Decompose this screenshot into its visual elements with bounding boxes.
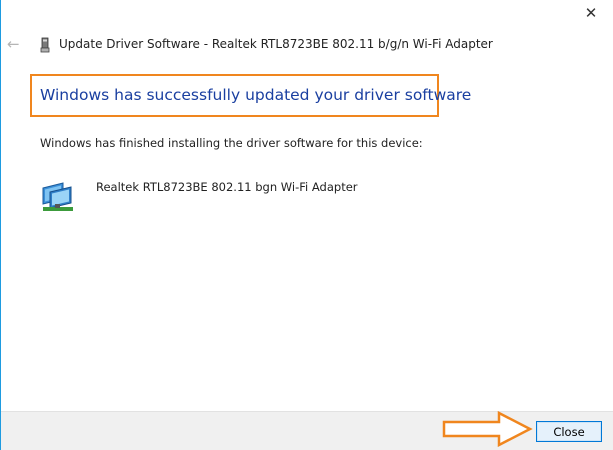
back-arrow-icon[interactable]: ←	[7, 35, 23, 53]
close-button[interactable]: Close	[536, 421, 602, 442]
dialog-header: ← Update Driver Software - Realtek RTL87…	[1, 34, 613, 56]
finished-message: Windows has finished installing the driv…	[40, 136, 423, 150]
success-headline: Windows has successfully updated your dr…	[40, 86, 472, 104]
update-driver-dialog: ✕ ← Update Driver Software - Realtek RTL…	[0, 0, 613, 450]
pointer-arrow-icon	[442, 411, 533, 447]
device-name: Realtek RTL8723BE 802.11 bgn Wi-Fi Adapt…	[96, 180, 358, 194]
window-close-icon[interactable]: ✕	[579, 2, 603, 24]
dialog-title: Update Driver Software - Realtek RTL8723…	[59, 37, 493, 51]
headline-highlight-box: Windows has successfully updated your dr…	[30, 74, 471, 117]
device-manager-icon	[40, 37, 50, 53]
network-adapter-icon	[42, 182, 73, 211]
